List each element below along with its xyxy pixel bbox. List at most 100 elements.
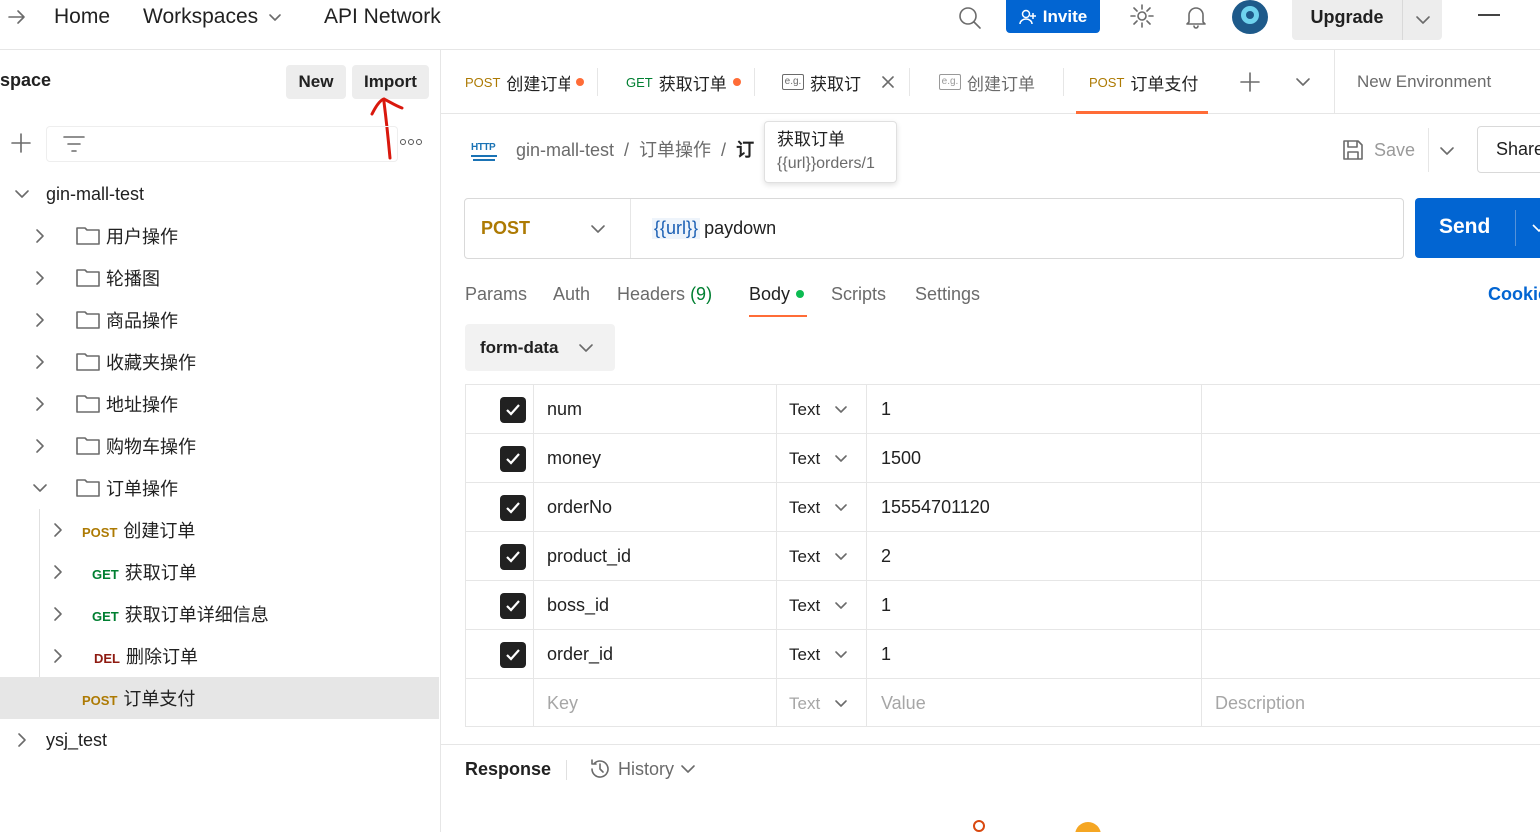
- top-bar: Home Workspaces API Network Invite Upgra…: [0, 0, 1540, 50]
- collection-gin-mall-test[interactable]: gin-mall-test: [0, 173, 440, 215]
- new-button[interactable]: New: [286, 65, 346, 99]
- breadcrumb-folder[interactable]: 订单操作: [639, 136, 711, 164]
- key-cell[interactable]: boss_id: [547, 581, 609, 630]
- request-delete-order[interactable]: DEL 删除订单: [0, 635, 440, 677]
- row-checkbox[interactable]: [500, 592, 526, 619]
- folder-user-ops[interactable]: 用户操作: [0, 215, 440, 257]
- key-placeholder[interactable]: Key: [547, 679, 578, 728]
- tab-auth[interactable]: Auth: [553, 281, 590, 307]
- folder-address-ops[interactable]: 地址操作: [0, 383, 440, 425]
- more-options-icon[interactable]: [400, 139, 422, 145]
- url-input[interactable]: {{url}} paydown: [652, 199, 776, 258]
- save-button[interactable]: Save: [1342, 136, 1415, 164]
- method-badge: GET: [92, 567, 119, 582]
- key-cell[interactable]: order_id: [547, 630, 613, 679]
- folder-icon: [76, 437, 100, 455]
- invite-label: Invite: [1042, 6, 1088, 26]
- tab-example-create-order[interactable]: e.g. 创建订单: [939, 50, 1035, 114]
- row-checkbox[interactable]: [500, 445, 526, 472]
- environment-selector[interactable]: New Environment: [1357, 70, 1491, 94]
- type-select[interactable]: Text: [789, 532, 848, 581]
- chevron-right-icon: [54, 565, 62, 579]
- value-cell[interactable]: 1: [881, 581, 891, 630]
- api-network-link[interactable]: API Network: [324, 0, 441, 34]
- type-select[interactable]: Text: [789, 679, 848, 728]
- chevron-right-icon: [36, 355, 44, 369]
- workspaces-menu[interactable]: Workspaces: [143, 0, 282, 34]
- folder-product-ops[interactable]: 商品操作: [0, 299, 440, 341]
- chevron-down-icon[interactable]: [1295, 75, 1311, 89]
- folder-cart-ops[interactable]: 购物车操作: [0, 425, 440, 467]
- upgrade-menu-toggle[interactable]: [1402, 0, 1442, 40]
- body-mode-select[interactable]: form-data: [465, 324, 615, 371]
- tab-settings[interactable]: Settings: [915, 281, 980, 307]
- tab-example-get-order[interactable]: e.g. 获取订: [782, 50, 895, 114]
- breadcrumb-current[interactable]: 订: [736, 136, 754, 164]
- type-select[interactable]: Text: [789, 385, 848, 434]
- tab-create-order[interactable]: POST 创建订单: [465, 50, 585, 114]
- folder-icon: [76, 227, 100, 245]
- value-cell[interactable]: 1: [881, 630, 891, 679]
- tab-params[interactable]: Params: [465, 281, 527, 307]
- type-select[interactable]: Text: [789, 630, 848, 679]
- key-cell[interactable]: product_id: [547, 532, 631, 581]
- tab-body[interactable]: Body: [749, 281, 805, 307]
- new-tab-plus-icon[interactable]: [1239, 71, 1261, 93]
- folder-banner[interactable]: 轮播图: [0, 257, 440, 299]
- type-select[interactable]: Text: [789, 581, 848, 630]
- breadcrumb-collection[interactable]: gin-mall-test: [516, 136, 614, 164]
- request-create-order[interactable]: POST 创建订单: [0, 509, 440, 551]
- description-placeholder[interactable]: Description: [1215, 679, 1305, 728]
- chevron-down-icon[interactable]: [1531, 221, 1540, 235]
- upgrade-button[interactable]: Upgrade: [1292, 0, 1442, 40]
- row-checkbox[interactable]: [500, 641, 526, 668]
- row-checkbox[interactable]: [500, 543, 526, 570]
- cookies-link[interactable]: Cookies: [1488, 281, 1540, 307]
- value-cell[interactable]: 1500: [881, 434, 921, 483]
- request-get-order[interactable]: GET 获取订单: [0, 551, 440, 593]
- table-row: orderNo Text 15554701120: [466, 483, 1540, 532]
- collection-ysj-test[interactable]: ysj_test: [0, 719, 440, 761]
- tab-headers[interactable]: Headers (9): [617, 281, 712, 307]
- type-select[interactable]: Text: [789, 483, 848, 532]
- row-checkbox[interactable]: [500, 396, 526, 423]
- add-icon[interactable]: [10, 132, 32, 154]
- settings-gear-icon[interactable]: [1129, 3, 1155, 29]
- notification-bell-icon[interactable]: [1184, 4, 1208, 30]
- key-cell[interactable]: num: [547, 385, 582, 434]
- value-cell[interactable]: 2: [881, 532, 891, 581]
- home-link[interactable]: Home: [54, 0, 110, 34]
- method-select[interactable]: POST: [465, 199, 631, 258]
- send-button[interactable]: Send: [1415, 198, 1540, 258]
- tab-scripts[interactable]: Scripts: [831, 281, 886, 307]
- row-checkbox[interactable]: [500, 494, 526, 521]
- chevron-right-icon: [36, 313, 44, 327]
- share-button[interactable]: Share: [1477, 126, 1540, 173]
- value-placeholder[interactable]: Value: [881, 679, 926, 728]
- history-button[interactable]: History: [588, 757, 696, 781]
- value-cell[interactable]: 1: [881, 385, 891, 434]
- request-get-order-detail[interactable]: GET 获取订单详细信息: [0, 593, 440, 635]
- sidebar-search-input[interactable]: [46, 126, 398, 162]
- folder-favorites-ops[interactable]: 收藏夹操作: [0, 341, 440, 383]
- filter-icon[interactable]: [63, 135, 85, 153]
- close-icon[interactable]: [881, 75, 895, 89]
- type-select[interactable]: Text: [789, 434, 848, 483]
- avatar[interactable]: [1232, 0, 1268, 34]
- key-cell[interactable]: orderNo: [547, 483, 612, 532]
- invite-button[interactable]: Invite: [1006, 0, 1100, 33]
- value-cell[interactable]: 15554701120: [881, 483, 990, 532]
- request-order-pay[interactable]: POST 订单支付: [40, 677, 439, 719]
- body-label: Body: [749, 284, 791, 304]
- folder-order-ops[interactable]: 订单操作: [0, 467, 440, 509]
- tab-order-pay[interactable]: POST 订单支付: [1089, 50, 1198, 114]
- request-label: 删除订单: [126, 647, 198, 667]
- search-icon[interactable]: [957, 5, 983, 31]
- chevron-down-icon[interactable]: [1439, 144, 1455, 158]
- forward-arrow-icon[interactable]: [6, 6, 28, 28]
- chevron-right-icon: [54, 523, 62, 537]
- import-button[interactable]: Import: [352, 65, 429, 99]
- tab-get-order[interactable]: GET 获取订单: [626, 50, 741, 114]
- minimize-window-button[interactable]: [1478, 14, 1500, 16]
- key-cell[interactable]: money: [547, 434, 601, 483]
